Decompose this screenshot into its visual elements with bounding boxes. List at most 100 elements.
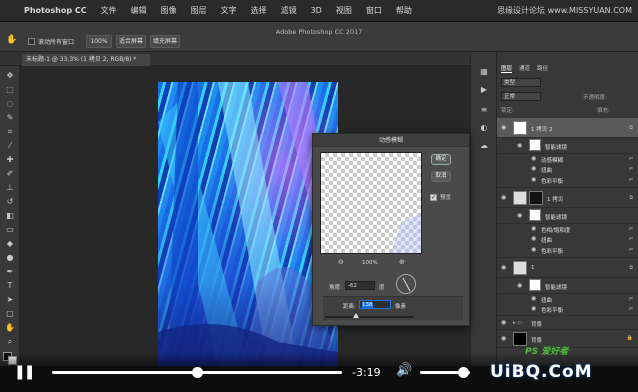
preview-checkbox[interactable]: ✓ [430, 194, 437, 201]
layer-group-row[interactable]: ◉ ▸ ▭ 背景 [497, 316, 638, 330]
hand-tool-icon[interactable]: ✋ [4, 322, 16, 334]
document-canvas-image[interactable] [158, 82, 338, 366]
menu-filter[interactable]: 滤镜 [281, 5, 297, 16]
kind-filter-select[interactable]: 类型 [501, 78, 541, 87]
visibility-eye-icon[interactable]: ◉ [531, 226, 539, 232]
volume-knob[interactable] [457, 367, 469, 378]
healing-tool-icon[interactable]: ✚ [4, 154, 16, 166]
filter-row[interactable]: ◉ 扭曲 ⇌ [497, 234, 638, 245]
visibility-eye-icon[interactable]: ◉ [531, 156, 539, 162]
tab-paths[interactable]: 路径 [537, 64, 548, 73]
filter-options-icon[interactable]: ⇌ [629, 236, 633, 242]
menu-3d[interactable]: 3D [311, 6, 322, 15]
history-panel-icon[interactable]: ▦ [478, 66, 490, 78]
visibility-eye-icon[interactable]: ◉ [501, 336, 509, 342]
scroll-all-checkbox[interactable] [28, 38, 35, 45]
history-brush-icon[interactable]: ↺ [4, 196, 16, 208]
actions-panel-icon[interactable]: ▶ [478, 84, 490, 96]
distance-slider-track[interactable] [325, 316, 413, 318]
menu-image[interactable]: 图像 [161, 5, 177, 16]
adjustments-panel-icon[interactable]: ◐ [478, 122, 490, 134]
filter-row[interactable]: ◉ 色彩平衡 ⇌ [497, 304, 638, 316]
brush-tool-icon[interactable]: ✐ [4, 168, 16, 180]
menu-select[interactable]: 选择 [251, 5, 267, 16]
progress-knob[interactable] [192, 367, 203, 378]
visibility-eye-icon[interactable]: ◉ [531, 166, 539, 172]
blend-mode-select[interactable]: 正常 [501, 92, 541, 101]
filter-preview[interactable] [320, 152, 422, 254]
type-tool-icon[interactable]: T [4, 280, 16, 292]
crop-tool-icon[interactable]: ⌗ [4, 126, 16, 138]
filter-row[interactable]: ◉ 色相/饱和度 ⇌ [497, 224, 638, 235]
filter-row[interactable]: ◉ 扭曲 ⇌ [497, 164, 638, 175]
distance-slider-handle[interactable] [353, 313, 359, 318]
visibility-eye-icon[interactable]: ◉ [501, 195, 509, 201]
cancel-button[interactable]: 取消 [431, 171, 451, 182]
quick-select-tool-icon[interactable]: ✎ [4, 112, 16, 124]
visibility-eye-icon[interactable]: ◉ [531, 306, 539, 312]
distance-input[interactable]: 138 [359, 300, 391, 309]
visibility-eye-icon[interactable]: ◉ [517, 283, 525, 289]
filter-row[interactable]: ◉ 动感模糊 ⇌ [497, 154, 638, 165]
menu-window[interactable]: 窗口 [366, 5, 382, 16]
visibility-eye-icon[interactable]: ◉ [501, 265, 509, 271]
layer-row-1-copy[interactable]: ◉ 1 拷贝 ⧉ [497, 188, 638, 208]
ok-button[interactable]: 确定 [431, 154, 451, 165]
stamp-tool-icon[interactable]: ⊥ [4, 182, 16, 194]
filter-options-icon[interactable]: ⇌ [629, 177, 633, 183]
fit-screen-button[interactable]: 适合屏幕 [116, 35, 146, 48]
tab-channels[interactable]: 通道 [519, 64, 530, 73]
filter-options-icon[interactable]: ⇌ [629, 166, 633, 172]
filter-row[interactable]: ◉ 色彩平衡 ⇌ [497, 174, 638, 188]
layer-row-1[interactable]: ◉ 1 ⧉ [497, 258, 638, 278]
menu-layer[interactable]: 图层 [191, 5, 207, 16]
menu-edit[interactable]: 编辑 [131, 5, 147, 16]
fill-screen-button[interactable]: 填充屏幕 [150, 35, 180, 48]
path-select-tool-icon[interactable]: ➤ [4, 294, 16, 306]
filter-options-icon[interactable]: ⇌ [629, 247, 633, 253]
document-tab[interactable]: 未标题-1 @ 33.3% (1 拷贝 2, RGB/8) * [22, 54, 150, 66]
filter-options-icon[interactable]: ⇌ [629, 226, 633, 232]
menu-type[interactable]: 文字 [221, 5, 237, 16]
visibility-eye-icon[interactable]: ◉ [517, 143, 525, 149]
dodge-tool-icon[interactable]: ● [4, 252, 16, 264]
pause-icon[interactable]: ❚❚ [14, 364, 36, 380]
zoom-in-icon[interactable]: ⊕ [399, 258, 405, 266]
smart-filters-row[interactable]: ◉ 智能滤镜 [497, 278, 638, 294]
tab-layers[interactable]: 图层 [501, 64, 513, 73]
zoom-100-button[interactable]: 100% [86, 35, 112, 48]
visibility-eye-icon[interactable]: ◉ [531, 236, 539, 242]
visibility-eye-icon[interactable]: ◉ [501, 320, 509, 326]
zoom-tool-icon[interactable]: ⌕ [4, 336, 16, 348]
menu-file[interactable]: 文件 [101, 5, 117, 16]
smart-filters-row[interactable]: ◉ 智能滤镜 [497, 208, 638, 224]
filter-row[interactable]: ◉ 扭曲 ⇌ [497, 294, 638, 305]
filter-options-icon[interactable]: ⇌ [629, 156, 633, 162]
libraries-panel-icon[interactable]: ☁ [478, 140, 490, 152]
eraser-tool-icon[interactable]: ◧ [4, 210, 16, 222]
marquee-tool-icon[interactable]: ⬚ [4, 84, 16, 96]
shape-tool-icon[interactable]: ▢ [4, 308, 16, 320]
visibility-eye-icon[interactable]: ◉ [531, 296, 539, 302]
visibility-eye-icon[interactable]: ◉ [517, 213, 525, 219]
gradient-tool-icon[interactable]: ▭ [4, 224, 16, 236]
layer-row-1-copy-2[interactable]: ◉ 1 拷贝 2 ⧉ [497, 118, 638, 138]
hand-tool-icon[interactable]: ✋ [6, 35, 17, 45]
zoom-out-icon[interactable]: ⊖ [338, 258, 344, 266]
menu-view[interactable]: 视图 [336, 5, 352, 16]
visibility-eye-icon[interactable]: ◉ [531, 177, 539, 183]
blur-tool-icon[interactable]: ◆ [4, 238, 16, 250]
volume-icon[interactable]: 🔊 [396, 363, 412, 378]
smart-filters-row[interactable]: ◉ 智能滤镜 [497, 138, 638, 154]
app-name[interactable]: Photoshop CC [24, 6, 87, 15]
angle-input[interactable]: -62 [345, 281, 375, 290]
filter-options-icon[interactable]: ⇌ [629, 306, 633, 312]
eyedropper-tool-icon[interactable]: ⁄ [4, 140, 16, 152]
lasso-tool-icon[interactable]: ◌ [4, 98, 16, 110]
pen-tool-icon[interactable]: ✒ [4, 266, 16, 278]
visibility-eye-icon[interactable]: ◉ [501, 125, 509, 131]
move-tool-icon[interactable]: ✥ [4, 70, 16, 82]
filter-options-icon[interactable]: ⇌ [629, 296, 633, 302]
filter-row[interactable]: ◉ 色彩平衡 ⇌ [497, 244, 638, 258]
menu-help[interactable]: 帮助 [396, 5, 412, 16]
